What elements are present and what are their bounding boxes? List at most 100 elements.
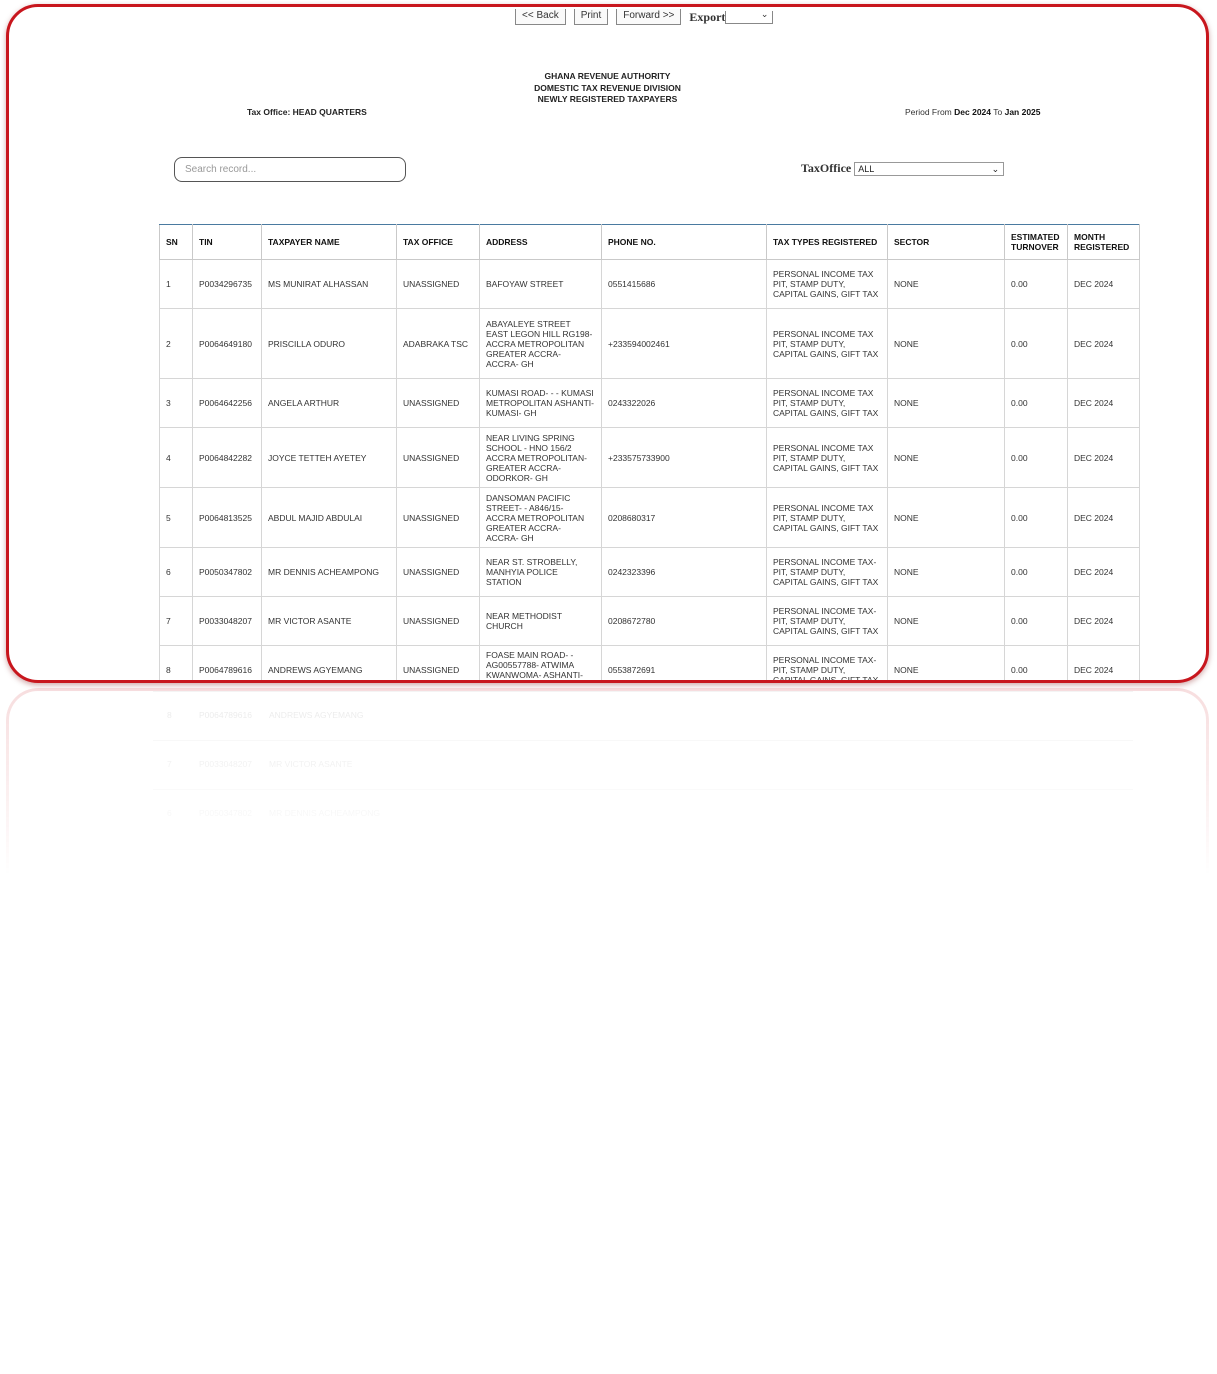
cell-phone: 0553872691: [601, 645, 767, 680]
reflection-row: 8 P0064789616 ANDREWS AGYEMANG: [153, 691, 1133, 741]
reflection-sn: 8: [167, 710, 172, 720]
cell-taxpayer-name: JOYCE TETTEH AYETEY: [261, 427, 397, 488]
cell-tax-office: UNASSIGNED: [396, 259, 480, 309]
cell-tin: P0064649180: [192, 308, 262, 379]
cell-month-registered: DEC 2024: [1067, 547, 1140, 597]
cell-sn: 3: [159, 378, 193, 428]
report-toolbar: << Back Print Forward >> Export ⌄: [515, 8, 774, 25]
report-header: GHANA REVENUE AUTHORITY DOMESTIC TAX REV…: [9, 71, 1206, 106]
cell-address: DANSOMAN PACIFIC STREET- - A846/15- ACCR…: [479, 487, 602, 548]
print-button[interactable]: Print: [573, 9, 609, 25]
cell-sn: 1: [159, 259, 193, 309]
column-header-tax-types[interactable]: TAX TYPES REGISTERED: [766, 224, 888, 260]
column-header-sn[interactable]: SN: [159, 224, 193, 260]
report-header-line3: NEWLY REGISTERED TAXPAYERS: [537, 94, 678, 104]
forward-button[interactable]: Forward >>: [616, 9, 682, 25]
cell-phone: 0551415686: [601, 259, 767, 309]
column-header-phone[interactable]: PHONE NO.: [601, 224, 767, 260]
column-header-address[interactable]: ADDRESS: [479, 224, 602, 260]
cell-phone: +233575733900: [601, 427, 767, 488]
period-range: Period From Dec 2024 To Jan 2025: [905, 107, 1041, 117]
table-row[interactable]: 1 P0034296735 MS MUNIRAT ALHASSAN UNASSI…: [159, 259, 1140, 309]
export-control: Export ⌄: [689, 8, 774, 25]
cell-tax-office: UNASSIGNED: [396, 596, 480, 646]
report-header-line1: GHANA REVENUE AUTHORITY: [544, 71, 671, 81]
cell-sn: 4: [159, 427, 193, 488]
cell-tin: P0064813525: [192, 487, 262, 548]
taxoffice-filter: TaxOffice ALL ⌄: [801, 161, 1005, 176]
cell-phone: 0242323396: [601, 547, 767, 597]
cell-tin: P0064842282: [192, 427, 262, 488]
cell-phone: 0208672780: [601, 596, 767, 646]
cell-estimated-turnover: 0.00: [1004, 259, 1068, 309]
column-header-estimated-turnover[interactable]: ESTIMATED TURNOVER: [1004, 224, 1068, 260]
cell-tin: P0064789616: [192, 645, 262, 680]
taxoffice-selected-value: ALL: [858, 163, 875, 174]
back-button[interactable]: << Back: [515, 9, 566, 25]
export-select[interactable]: ⌄: [725, 8, 774, 24]
column-header-sector[interactable]: SECTOR: [887, 224, 1005, 260]
cell-address: NEAR LIVING SPRING SCHOOL - HNO 156/2 AC…: [479, 427, 602, 488]
cell-address: KUMASI ROAD- - - KUMASI METROPOLITAN ASH…: [479, 378, 602, 428]
cell-taxpayer-name: MR VICTOR ASANTE: [261, 596, 397, 646]
cell-address: BAFOYAW STREET: [479, 259, 602, 309]
cell-month-registered: DEC 2024: [1067, 645, 1140, 680]
reflection-name: MR DENNIS ACHEAMPONG: [269, 808, 380, 818]
column-header-tin[interactable]: TIN: [192, 224, 262, 260]
cell-sector: NONE: [887, 308, 1005, 379]
reflection-tin: P0064789616: [199, 710, 252, 720]
cell-tax-office: UNASSIGNED: [396, 427, 480, 488]
reflection-sn: 7: [167, 759, 172, 769]
reflection-name: MR VICTOR ASANTE: [269, 759, 353, 769]
cell-estimated-turnover: 0.00: [1004, 596, 1068, 646]
cell-sn: 2: [159, 308, 193, 379]
table-header-row: SN TIN TAXPAYER NAME TAX OFFICE ADDRESS …: [159, 224, 1140, 260]
cell-estimated-turnover: 0.00: [1004, 308, 1068, 379]
cell-taxpayer-name: PRISCILLA ODURO: [261, 308, 397, 379]
cell-month-registered: DEC 2024: [1067, 427, 1140, 488]
cell-sn: 6: [159, 547, 193, 597]
cell-taxpayer-name: MS MUNIRAT ALHASSAN: [261, 259, 397, 309]
cell-sector: NONE: [887, 487, 1005, 548]
cell-address: NEAR ST. STROBELLY, MANHYIA POLICE STATI…: [479, 547, 602, 597]
reflection-tin: P0050347802: [199, 808, 252, 818]
cell-sector: NONE: [887, 596, 1005, 646]
search-input[interactable]: Search record...: [174, 157, 406, 182]
table-row[interactable]: 7 P0033048207 MR VICTOR ASANTE UNASSIGNE…: [159, 596, 1140, 646]
table-row[interactable]: 6 P0050347802 MR DENNIS ACHEAMPONG UNASS…: [159, 547, 1140, 597]
cell-tax-types: PERSONAL INCOME TAX PIT, STAMP DUTY, CAP…: [766, 427, 888, 488]
export-label: Export: [689, 9, 726, 24]
column-header-tax-office[interactable]: TAX OFFICE: [396, 224, 480, 260]
cell-month-registered: DEC 2024: [1067, 487, 1140, 548]
table-row[interactable]: 4 P0064842282 JOYCE TETTEH AYETEY UNASSI…: [159, 427, 1140, 488]
period-to: Jan 2025: [1004, 107, 1041, 117]
table-row[interactable]: 8 P0064789616 ANDREWS AGYEMANG UNASSIGNE…: [159, 645, 1140, 680]
table-row[interactable]: 5 P0064813525 ABDUL MAJID ABDULAI UNASSI…: [159, 487, 1140, 548]
table-row[interactable]: 3 P0064642256 ANGELA ARTHUR UNASSIGNED K…: [159, 378, 1140, 428]
window-reflection: 8 P0064789616 ANDREWS AGYEMANG 7 P003304…: [6, 688, 1209, 878]
cell-month-registered: DEC 2024: [1067, 378, 1140, 428]
cell-estimated-turnover: 0.00: [1004, 378, 1068, 428]
cell-estimated-turnover: 0.00: [1004, 427, 1068, 488]
cell-address: NEAR METHODIST CHURCH: [479, 596, 602, 646]
report-header-line2: DOMESTIC TAX REVENUE DIVISION: [534, 82, 681, 93]
cell-tax-types: PERSONAL INCOME TAX PIT, STAMP DUTY, CAP…: [766, 487, 888, 548]
cell-sn: 8: [159, 645, 193, 680]
taxoffice-select[interactable]: ALL ⌄: [854, 161, 1005, 176]
cell-tax-office: UNASSIGNED: [396, 487, 480, 548]
reflection-name: ANDREWS AGYEMANG: [269, 710, 364, 720]
period-from: Dec 2024: [954, 107, 992, 117]
cell-address: ABAYALEYE STREET EAST LEGON HILL RG198- …: [479, 308, 602, 379]
chevron-down-icon: ⌄: [760, 8, 769, 19]
cell-tin: P0064642256: [192, 378, 262, 428]
column-header-month-registered[interactable]: MONTH REGISTERED: [1067, 224, 1140, 260]
cell-month-registered: DEC 2024: [1067, 308, 1140, 379]
cell-month-registered: DEC 2024: [1067, 596, 1140, 646]
table-row[interactable]: 2 P0064649180 PRISCILLA ODURO ADABRAKA T…: [159, 308, 1140, 379]
cell-tax-office: UNASSIGNED: [396, 645, 480, 680]
cell-taxpayer-name: ABDUL MAJID ABDULAI: [261, 487, 397, 548]
taxpayers-table: SN TIN TAXPAYER NAME TAX OFFICE ADDRESS …: [159, 224, 1140, 680]
cell-estimated-turnover: 0.00: [1004, 547, 1068, 597]
column-header-taxpayer-name[interactable]: TAXPAYER NAME: [261, 224, 397, 260]
cell-address: FOASE MAIN ROAD- - AG00557788- ATWIMA KW…: [479, 645, 602, 680]
